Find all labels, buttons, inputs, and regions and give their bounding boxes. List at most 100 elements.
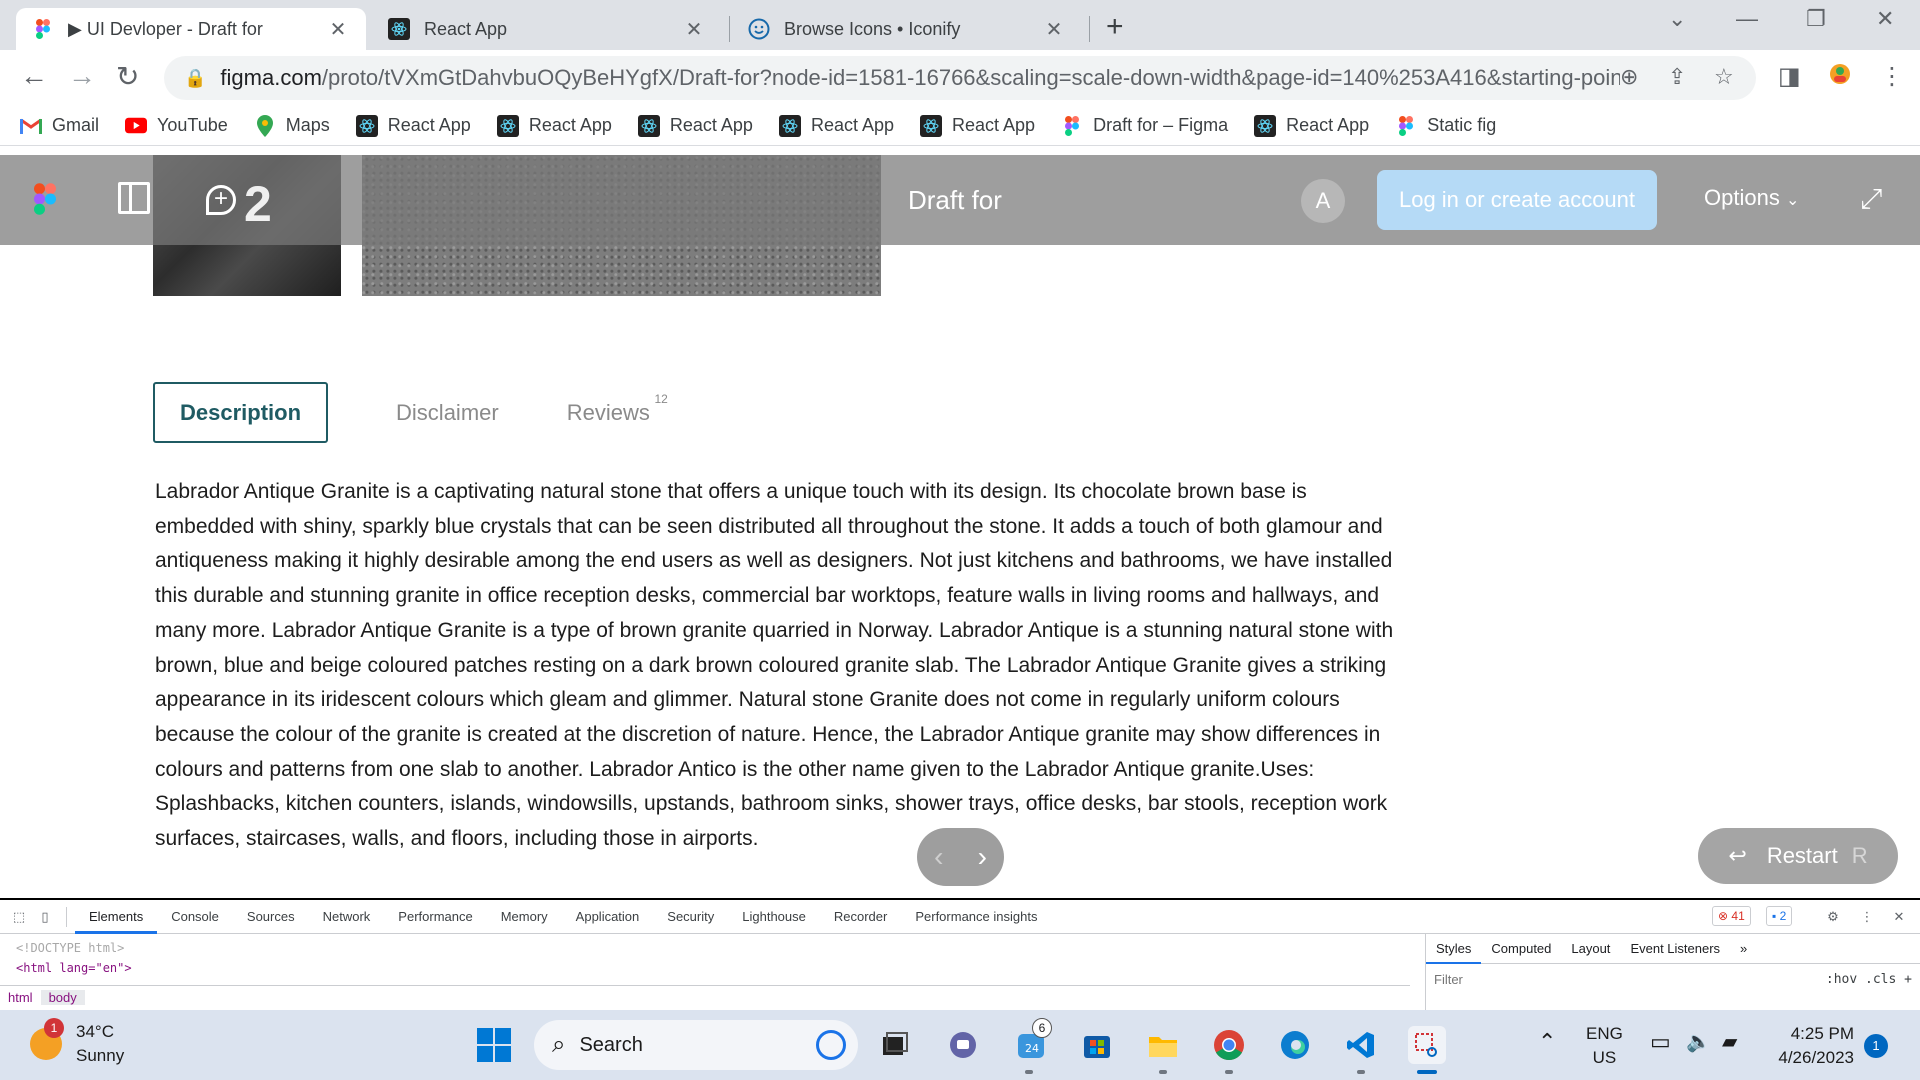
chevron-right-icon[interactable]: › xyxy=(978,841,987,873)
devtools-tab-performance-insights[interactable]: Performance insights xyxy=(901,900,1051,934)
devtools-tab-lighthouse[interactable]: Lighthouse xyxy=(728,900,820,934)
styles-pane: Styles Computed Layout Event Listeners »… xyxy=(1425,934,1920,1010)
devtools-tab-elements[interactable]: Elements xyxy=(75,900,158,934)
add-rule-icon[interactable]: + xyxy=(1904,972,1912,987)
tab-disclaimer[interactable]: Disclaimer xyxy=(396,400,499,426)
bookmark-static-fig[interactable]: Static fig xyxy=(1395,115,1496,137)
windows-start-icon[interactable] xyxy=(475,1026,513,1064)
devtools-tab-application[interactable]: Application xyxy=(562,900,654,934)
share-icon[interactable]: ⇪ xyxy=(1668,64,1686,90)
comment-add-icon[interactable]: + xyxy=(206,185,236,215)
teams-chat-icon[interactable] xyxy=(944,1026,982,1064)
devtools-tab-memory[interactable]: Memory xyxy=(487,900,562,934)
volume-icon[interactable]: 🔈 xyxy=(1686,1030,1711,1054)
message-count-badge[interactable]: ▪ 2 xyxy=(1766,906,1793,926)
task-view-icon[interactable] xyxy=(876,1026,914,1064)
snipping-tool-icon[interactable] xyxy=(1408,1026,1446,1064)
avatar[interactable]: A xyxy=(1301,179,1345,223)
taskbar-search[interactable]: ⌕ Search xyxy=(534,1020,858,1070)
options-menu[interactable]: Options ⌄ xyxy=(1704,185,1799,211)
html-tag-line[interactable]: <html lang="en"> xyxy=(16,958,132,978)
minimize-icon[interactable]: — xyxy=(1736,6,1758,32)
bookmark-react-app[interactable]: React App xyxy=(1254,114,1369,137)
more-options-icon[interactable]: ⋮ xyxy=(1854,909,1880,925)
devtools-tab-sources[interactable]: Sources xyxy=(233,900,309,934)
devtools-tab-recorder[interactable]: Recorder xyxy=(820,900,901,934)
calendar-app-icon[interactable]: 24 6 xyxy=(1012,1018,1052,1064)
windows-taskbar: 1 34°C Sunny ⌕ Search 24 6 ⌃ ENG US ▭ 🔈 ▰… xyxy=(0,1010,1920,1080)
battery-icon[interactable]: ▰ xyxy=(1722,1030,1737,1054)
bookmark-maps[interactable]: Maps xyxy=(254,114,330,137)
back-arrow-icon[interactable]: ← xyxy=(20,60,48,92)
doctype-line[interactable]: <!DOCTYPE html> xyxy=(16,938,132,958)
file-explorer-icon[interactable] xyxy=(1144,1026,1182,1064)
error-count-badge[interactable]: ⊗ 41 xyxy=(1712,906,1751,926)
reload-icon[interactable]: ↻ xyxy=(116,60,139,93)
tab-event-listeners[interactable]: Event Listeners xyxy=(1620,941,1730,956)
devtools-tab-network[interactable]: Network xyxy=(309,900,385,934)
bookmark-react-app[interactable]: React App xyxy=(778,114,894,137)
network-icon[interactable]: ▭ xyxy=(1650,1030,1671,1054)
bookmark-react-app[interactable]: React App xyxy=(920,114,1035,137)
microsoft-store-icon[interactable] xyxy=(1078,1026,1116,1064)
close-tab-icon[interactable]: ✕ xyxy=(326,17,350,42)
close-tab-icon[interactable]: ✕ xyxy=(1042,17,1066,42)
forward-arrow-icon[interactable]: → xyxy=(68,60,96,92)
restart-button[interactable]: ↩ Restart R xyxy=(1698,828,1898,884)
bookmark-youtube[interactable]: YouTube xyxy=(125,115,228,137)
close-tab-icon[interactable]: ✕ xyxy=(682,17,706,42)
vscode-icon[interactable] xyxy=(1342,1026,1380,1064)
tab-computed[interactable]: Computed xyxy=(1481,941,1561,956)
tab-description[interactable]: Description xyxy=(153,382,329,443)
clock[interactable]: 4:25 PM 4/26/2023 xyxy=(1768,1022,1854,1070)
address-bar[interactable]: 🔒 figma.com/proto/tVXmGtDahvbuOQyBeHYgfX… xyxy=(164,56,1756,100)
tab-reviews[interactable]: Reviews 12 xyxy=(567,392,668,426)
settings-gear-icon[interactable]: ⚙ xyxy=(1820,909,1846,925)
close-window-icon[interactable]: ✕ xyxy=(1876,6,1894,32)
zoom-icon[interactable]: ⊕ xyxy=(1620,64,1638,90)
profile-icon[interactable] xyxy=(1828,62,1852,93)
inspect-icon[interactable]: ⬚ xyxy=(6,909,32,925)
bookmark-gmail[interactable]: Gmail xyxy=(20,115,99,137)
styles-filter-input[interactable] xyxy=(1434,972,1694,987)
figma-icon[interactable] xyxy=(34,183,56,220)
edge-icon[interactable] xyxy=(1276,1026,1314,1064)
devtools-tab-performance[interactable]: Performance xyxy=(384,900,486,934)
close-devtools-icon[interactable]: ✕ xyxy=(1886,909,1912,925)
tab-react-app[interactable]: React App ✕ xyxy=(372,8,722,50)
bing-icon[interactable] xyxy=(816,1030,846,1060)
login-button[interactable]: Log in or create account xyxy=(1377,170,1657,230)
device-toolbar-icon[interactable]: ▯ xyxy=(32,909,58,925)
weather-widget[interactable]: 1 34°C Sunny xyxy=(30,1018,124,1068)
chevron-up-icon[interactable]: ⌃ xyxy=(1538,1030,1556,1054)
chevron-left-icon[interactable]: ‹ xyxy=(934,841,943,873)
devtools-tab-console[interactable]: Console xyxy=(157,900,233,934)
tab-figma-draft[interactable]: ▶ UI Devloper - Draft for ✕ xyxy=(16,8,366,50)
tab-layout[interactable]: Layout xyxy=(1561,941,1620,956)
chrome-icon[interactable] xyxy=(1210,1026,1248,1064)
bookmark-draft-figma[interactable]: Draft for – Figma xyxy=(1061,115,1228,137)
side-panel-icon[interactable]: ◨ xyxy=(1778,62,1801,91)
class-toggle[interactable]: .cls xyxy=(1865,972,1896,987)
notification-badge[interactable]: 1 xyxy=(1864,1034,1888,1058)
hover-state-toggle[interactable]: :hov xyxy=(1826,972,1857,987)
dom-tree[interactable]: <!DOCTYPE html> <html lang="en"> xyxy=(16,938,132,978)
bookmark-react-app[interactable]: React App xyxy=(637,114,753,137)
language-indicator[interactable]: ENG US xyxy=(1586,1022,1623,1070)
new-tab-button[interactable]: + xyxy=(1106,10,1124,44)
sidebar-toggle-icon[interactable] xyxy=(118,182,150,214)
star-icon[interactable]: ☆ xyxy=(1714,64,1734,90)
expand-icon[interactable]: ⤢ xyxy=(1860,183,1882,216)
menu-dots-icon[interactable]: ⋮ xyxy=(1880,62,1904,91)
more-tabs-icon[interactable]: » xyxy=(1730,941,1757,956)
restore-icon[interactable]: ❐ xyxy=(1806,6,1826,32)
bookmark-react-app[interactable]: React App xyxy=(355,114,471,137)
tab-search-icon[interactable]: ⌄ xyxy=(1668,6,1686,32)
tab-iconify[interactable]: Browse Icons • Iconify ✕ xyxy=(732,8,1082,50)
bookmark-react-app[interactable]: React App xyxy=(496,114,612,137)
comment-count[interactable]: 2 xyxy=(244,175,272,233)
devtools-tab-security[interactable]: Security xyxy=(653,900,728,934)
breadcrumb-body[interactable]: body xyxy=(40,990,85,1005)
tab-styles[interactable]: Styles xyxy=(1426,934,1482,964)
breadcrumb-html[interactable]: html xyxy=(0,990,41,1005)
